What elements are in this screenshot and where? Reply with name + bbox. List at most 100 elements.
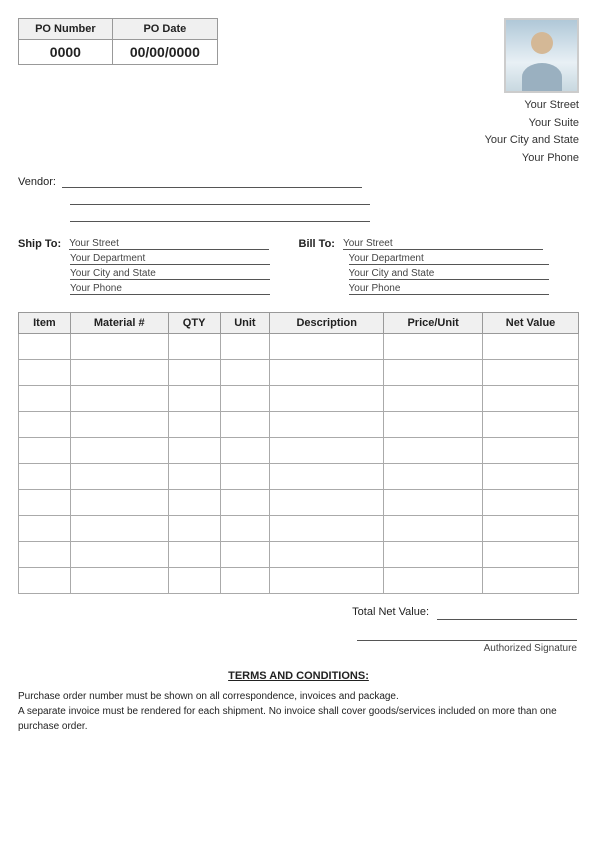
- bill-to-city-field[interactable]: [349, 268, 549, 280]
- bill-to-dept-row: [349, 253, 580, 265]
- table-cell: [483, 490, 579, 516]
- terms-title: TERMS AND CONDITIONS:: [18, 668, 579, 685]
- table-cell: [384, 412, 483, 438]
- table-cell: [70, 542, 168, 568]
- table-cell: [70, 490, 168, 516]
- bill-to-street-field[interactable]: [343, 238, 543, 250]
- ship-to-street-field[interactable]: [69, 238, 269, 250]
- col-material: Material #: [70, 313, 168, 334]
- table-row: [19, 464, 579, 490]
- table-cell: [70, 568, 168, 594]
- table-cell: [384, 568, 483, 594]
- table-cell: [70, 412, 168, 438]
- po-info-block: PO Number PO Date 0000 00/00/0000: [18, 18, 218, 65]
- bill-to-dept-field[interactable]: [349, 253, 549, 265]
- table-cell: [384, 464, 483, 490]
- ship-to-phone-row: [70, 283, 299, 295]
- vendor-field-3[interactable]: [70, 209, 370, 222]
- bill-to-phone-field[interactable]: [349, 283, 549, 295]
- ship-to-phone-field[interactable]: [70, 283, 270, 295]
- terms-line-2: A separate invoice must be rendered for …: [18, 704, 579, 734]
- table-cell: [19, 464, 71, 490]
- vendor-field-1[interactable]: [62, 175, 362, 188]
- ship-to-dept-field[interactable]: [70, 253, 270, 265]
- bill-to-label: Bill To:: [299, 238, 335, 250]
- table-cell: [220, 542, 270, 568]
- bill-to-phone-row: [349, 283, 580, 295]
- table-cell: [220, 516, 270, 542]
- total-label: Total Net Value:: [352, 606, 429, 618]
- terms-line-1: Purchase order number must be shown on a…: [18, 689, 579, 704]
- table-cell: [70, 516, 168, 542]
- company-info-block: Your Street Your Suite Your City and Sta…: [485, 18, 579, 167]
- signature-line: [357, 640, 577, 641]
- col-unit: Unit: [220, 313, 270, 334]
- ship-bill-section: Ship To: Bill To:: [18, 238, 579, 298]
- table-row: [19, 360, 579, 386]
- company-address: Your Street Your Suite Your City and Sta…: [485, 97, 579, 167]
- vendor-row-1: Vendor:: [18, 175, 579, 188]
- table-cell: [70, 464, 168, 490]
- table-cell: [384, 490, 483, 516]
- company-phone: Your Phone: [485, 150, 579, 168]
- total-section: Total Net Value:: [18, 604, 579, 620]
- vendor-row-3: [70, 209, 579, 222]
- signature-label: Authorized Signature: [357, 643, 577, 654]
- table-cell: [220, 412, 270, 438]
- company-suite: Your Suite: [485, 115, 579, 133]
- po-number-header: PO Number: [19, 19, 113, 40]
- table-cell: [220, 568, 270, 594]
- table-cell: [270, 516, 384, 542]
- table-cell: [384, 438, 483, 464]
- table-cell: [19, 568, 71, 594]
- header-section: PO Number PO Date 0000 00/00/0000 Your S…: [18, 18, 579, 167]
- col-net-value: Net Value: [483, 313, 579, 334]
- table-cell: [19, 360, 71, 386]
- table-cell: [220, 386, 270, 412]
- vendor-field-2[interactable]: [70, 192, 370, 205]
- bill-to-block: Bill To:: [299, 238, 580, 298]
- table-cell: [168, 490, 220, 516]
- table-cell: [270, 360, 384, 386]
- table-cell: [483, 464, 579, 490]
- table-cell: [220, 334, 270, 360]
- table-cell: [19, 412, 71, 438]
- table-cell: [270, 386, 384, 412]
- table-cell: [483, 568, 579, 594]
- table-cell: [270, 438, 384, 464]
- ship-to-street-row: Ship To:: [18, 238, 299, 250]
- table-cell: [270, 568, 384, 594]
- table-row: [19, 516, 579, 542]
- table-cell: [168, 412, 220, 438]
- po-table: PO Number PO Date 0000 00/00/0000: [18, 18, 218, 65]
- terms-section: TERMS AND CONDITIONS: Purchase order num…: [18, 668, 579, 734]
- table-cell: [220, 464, 270, 490]
- table-cell: [483, 516, 579, 542]
- col-price-unit: Price/Unit: [384, 313, 483, 334]
- table-cell: [220, 360, 270, 386]
- table-cell: [168, 360, 220, 386]
- table-cell: [483, 360, 579, 386]
- table-cell: [168, 334, 220, 360]
- terms-section: Purchase order number must be shown on a…: [18, 689, 579, 734]
- col-item: Item: [19, 313, 71, 334]
- total-value-field[interactable]: [437, 604, 577, 620]
- ship-to-dept-row: [70, 253, 299, 265]
- table-cell: [220, 490, 270, 516]
- table-cell: [220, 438, 270, 464]
- po-number-value: 0000: [19, 40, 113, 65]
- ship-to-city-field[interactable]: [70, 268, 270, 280]
- company-city-state: Your City and State: [485, 132, 579, 150]
- table-cell: [384, 542, 483, 568]
- table-cell: [168, 464, 220, 490]
- table-cell: [384, 360, 483, 386]
- table-cell: [168, 386, 220, 412]
- table-cell: [19, 438, 71, 464]
- table-cell: [483, 386, 579, 412]
- bill-to-street-row: Bill To:: [299, 238, 580, 250]
- vendor-label: Vendor:: [18, 176, 56, 188]
- company-street: Your Street: [485, 97, 579, 115]
- table-cell: [270, 412, 384, 438]
- company-photo: [504, 18, 579, 93]
- table-cell: [270, 464, 384, 490]
